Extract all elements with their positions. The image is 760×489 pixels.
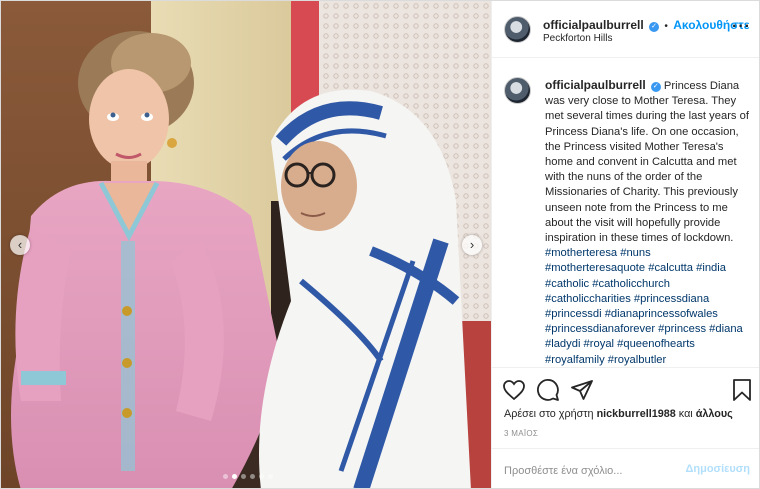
verified-badge-icon: ✓ xyxy=(650,82,661,92)
header-user-line: officialpaulburrell ✓ • Ακολουθήστε xyxy=(543,18,749,32)
carousel-prev-button[interactable]: ‹ xyxy=(10,235,30,255)
likes-prefix: Αρέσει στο χρήστη xyxy=(504,408,594,420)
carousel-dot xyxy=(250,474,255,479)
likes-summary: Αρέσει στο χρήστη nickburrell1988 και άλ… xyxy=(504,408,733,420)
post-date[interactable]: 3 ΜΑΪΟΣ xyxy=(504,429,538,438)
share-icon[interactable] xyxy=(570,378,594,402)
carousel-dot xyxy=(268,474,273,479)
caption-text: Princess Diana was very close to Mother … xyxy=(545,80,749,245)
likes-user-link[interactable]: nickburrell1988 xyxy=(597,408,676,420)
separator-bullet: • xyxy=(664,21,668,32)
post-photo[interactable]: ‹ › xyxy=(1,1,491,488)
carousel-dot xyxy=(232,474,237,479)
post-sidebar: officialpaulburrell ✓ • Ακολουθήστε Peck… xyxy=(491,1,759,488)
bookmark-icon[interactable] xyxy=(730,378,754,402)
post-header: officialpaulburrell ✓ • Ακολουθήστε Peck… xyxy=(492,1,759,58)
caption-area: officialpaulburrell ✓ Princess Diana was… xyxy=(492,59,759,367)
avatar[interactable] xyxy=(504,16,531,43)
carousel-next-button[interactable]: › xyxy=(462,235,482,255)
carousel-dot xyxy=(241,474,246,479)
carousel-dot xyxy=(259,474,264,479)
header-username[interactable]: officialpaulburrell xyxy=(543,18,644,32)
likes-others-link[interactable]: άλλους xyxy=(696,408,733,420)
more-horizontal-icon[interactable]: ··· xyxy=(732,18,751,36)
verified-badge-icon: ✓ xyxy=(649,22,660,32)
location-link[interactable]: Peckforton Hills xyxy=(543,33,612,44)
heart-icon[interactable] xyxy=(502,378,526,402)
post-comment-button[interactable]: Δημοσίευση xyxy=(685,463,750,475)
carousel-dot xyxy=(223,474,228,479)
carousel-indicator xyxy=(223,474,273,479)
caption: officialpaulburrell ✓ Princess Diana was… xyxy=(545,78,753,367)
actions-area: Αρέσει στο χρήστη nickburrell1988 και άλ… xyxy=(492,367,759,447)
comment-icon[interactable] xyxy=(536,378,560,402)
caption-avatar[interactable] xyxy=(504,77,531,104)
caption-hashtags[interactable]: #motherteresa #nuns #motherteresaquote #… xyxy=(545,247,743,365)
action-bar xyxy=(502,378,754,404)
caption-username[interactable]: officialpaulburrell xyxy=(545,78,646,92)
comment-area: Δημοσίευση xyxy=(492,448,759,488)
comment-input[interactable] xyxy=(504,462,674,480)
chevron-left-icon: ‹ xyxy=(17,237,23,252)
instagram-post: ‹ › officialpaulburrell ✓ • Ακολουθήστε … xyxy=(0,0,760,489)
likes-suffix: και xyxy=(678,408,693,420)
photo-image xyxy=(1,1,491,488)
chevron-right-icon: › xyxy=(469,237,475,252)
